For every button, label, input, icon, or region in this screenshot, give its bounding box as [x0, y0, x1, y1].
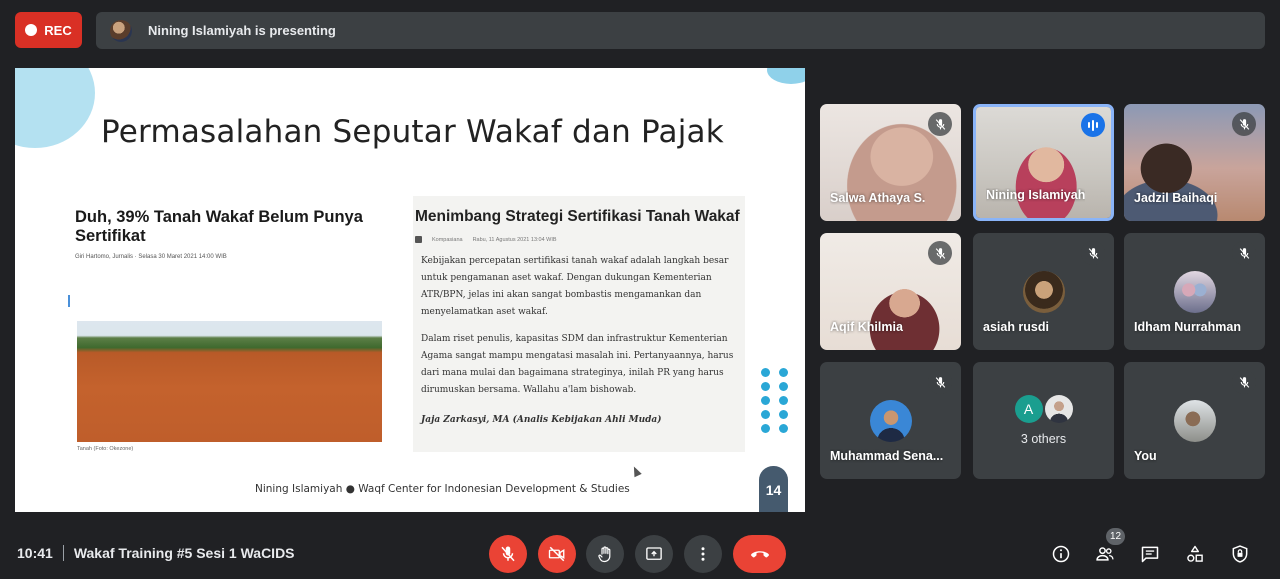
others-count: 3 others [1020, 432, 1067, 446]
speaking-indicator-icon [1081, 113, 1105, 137]
avatar [869, 400, 912, 442]
participant-tile[interactable]: Jadzil Baihaqi [1124, 104, 1265, 221]
participant-tile-active-speaker[interactable]: Nining Islamiyah [973, 104, 1114, 221]
leave-call-button[interactable] [733, 535, 786, 573]
participant-name: Idham Nurrahman [1134, 320, 1241, 334]
people-button[interactable] [1094, 543, 1116, 565]
others-avatars: A [1014, 395, 1073, 423]
avatar [1022, 271, 1065, 313]
mic-off-icon [928, 112, 952, 136]
right-article-date: Rabu, 11 Agustus 2021 13:04 WIB [472, 236, 557, 243]
participant-name: asiah rusdi [983, 320, 1049, 334]
participant-name: Nining Islamiyah [986, 188, 1086, 202]
right-article-author: Jaja Zarkasyi, MA (Analis Kebijakan Ahli… [421, 415, 662, 425]
present-now-button[interactable] [635, 535, 673, 573]
people-icon [1096, 547, 1114, 561]
mic-toggle-button[interactable] [489, 535, 527, 573]
avatar [1173, 271, 1216, 313]
participant-count-badge: 12 [1106, 528, 1125, 545]
raise-hand-button[interactable] [586, 535, 624, 573]
participant-name: You [1134, 449, 1157, 463]
source-logo-icon [415, 236, 422, 243]
host-controls-button[interactable] [1229, 543, 1251, 565]
info-icon [1052, 545, 1070, 563]
participant-tile[interactable]: Muhammad Sena... [820, 362, 961, 479]
participant-name: Aqif Khilmia [830, 320, 903, 334]
right-article-headline: Menimbang Strategi Sertifikasi Tanah Wak… [415, 208, 740, 225]
presenting-text: Nining Islamiyah is presenting [148, 23, 336, 38]
avatar: A [1014, 395, 1043, 423]
slide-page-number: 14 [759, 466, 788, 512]
avatar [1173, 400, 1216, 442]
participant-tile[interactable]: Aqif Khilmia [820, 233, 961, 350]
photo-caption: Tanah (Foto: Okezone) [77, 446, 134, 452]
participant-name: Muhammad Sena... [830, 449, 944, 463]
participant-tile-others[interactable]: A 3 others [973, 362, 1114, 479]
clock-time: 10:41 [17, 545, 53, 561]
text-cursor-mark [68, 295, 70, 307]
left-article-meta: Giri Hartomo, Jurnalis · Selasa 30 Maret… [75, 254, 227, 260]
avatar [1044, 395, 1073, 423]
presentation-slide: Permasalahan Seputar Wakaf dan Pajak Duh… [15, 68, 805, 512]
presenting-banner[interactable]: Nining Islamiyah is presenting [96, 12, 1265, 49]
recording-label: REC [44, 22, 72, 38]
right-article: Menimbang Strategi Sertifikasi Tanah Wak… [413, 196, 745, 452]
more-options-button[interactable] [684, 535, 722, 573]
activities-icon [1187, 545, 1203, 562]
meeting-details-button[interactable] [1050, 543, 1072, 565]
left-article-headline: Duh, 39% Tanah Wakaf Belum Punya Sertifi… [75, 208, 363, 245]
chat-icon [1141, 546, 1159, 563]
participant-tile[interactable]: Idham Nurrahman [1124, 233, 1265, 350]
slide-footer: Nining Islamiyah ● Waqf Center for Indon… [255, 483, 630, 495]
camera-toggle-button[interactable] [538, 535, 576, 573]
record-dot-icon [25, 24, 38, 36]
land-photo [77, 321, 382, 442]
presenter-avatar [110, 19, 132, 42]
mic-off-icon [501, 546, 515, 562]
right-article-paragraph: Kebijakan percepatan sertifikasi tanah w… [421, 256, 729, 317]
participant-tile[interactable]: Salwa Athaya S. [820, 104, 961, 221]
mic-off-icon [1232, 241, 1256, 265]
mouse-pointer-icon [630, 464, 642, 478]
slide-decoration-circle [767, 68, 805, 84]
slide-decoration-circle [15, 68, 95, 148]
participant-name: Salwa Athaya S. [830, 191, 926, 205]
hang-up-icon [750, 551, 769, 558]
recording-button[interactable]: REC [15, 12, 82, 48]
right-article-paragraph: Dalam riset penulis, kapasitas SDM dan i… [421, 334, 734, 395]
raise-hand-icon [598, 546, 611, 563]
host-controls-icon [1232, 545, 1248, 563]
chat-button[interactable] [1139, 543, 1161, 565]
right-article-meta: Kompasiana Rabu, 11 Agustus 2021 13:04 W… [415, 236, 743, 243]
mic-off-icon [1232, 370, 1256, 394]
slide-dot-pattern [761, 368, 789, 433]
camera-off-icon [548, 546, 565, 562]
right-article-source: Kompasiana [432, 236, 463, 243]
mic-off-icon [1232, 112, 1256, 136]
mic-off-icon [928, 370, 952, 394]
mic-off-icon [928, 241, 952, 265]
activities-button[interactable] [1184, 543, 1206, 565]
mic-off-icon [1081, 241, 1105, 265]
participant-tile-self[interactable]: You [1124, 362, 1265, 479]
slide-title: Permasalahan Seputar Wakaf dan Pajak [101, 114, 724, 150]
meeting-title: Wakaf Training #5 Sesi 1 WaCIDS [73, 545, 295, 561]
present-screen-icon [646, 547, 662, 560]
divider [62, 545, 64, 561]
more-options-icon [701, 547, 705, 561]
left-article: Duh, 39% Tanah Wakaf Belum Punya Sertifi… [75, 208, 385, 260]
meeting-info: 10:41 Wakaf Training #5 Sesi 1 WaCIDS [17, 545, 295, 561]
participant-tile[interactable]: asiah rusdi [973, 233, 1114, 350]
participant-name: Jadzil Baihaqi [1134, 191, 1218, 205]
